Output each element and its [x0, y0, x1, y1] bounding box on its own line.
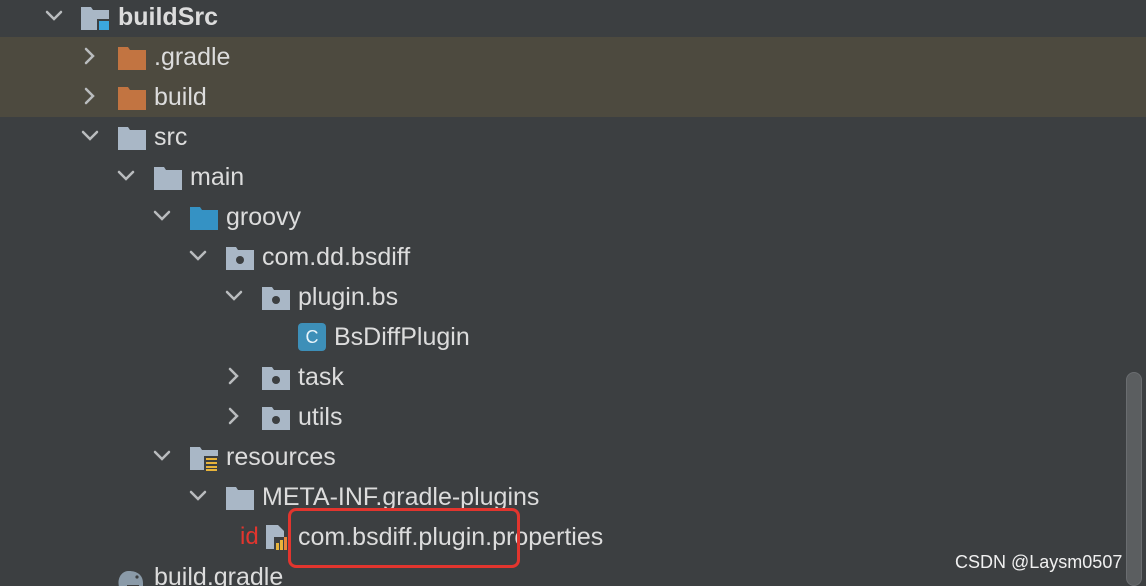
- vertical-scrollbar[interactable]: [1126, 372, 1142, 586]
- tree-label: main: [190, 163, 245, 191]
- module-folder-icon: [81, 7, 109, 30]
- package-icon: [262, 287, 290, 310]
- tree-row-utils[interactable]: utils: [0, 397, 1146, 437]
- tree-row-resources[interactable]: resources: [0, 437, 1146, 477]
- tree-row-main[interactable]: main: [0, 157, 1146, 197]
- tree-label: BsDiffPlugin: [334, 323, 470, 351]
- file-prefix-id: id: [240, 523, 259, 550]
- tree-row-task[interactable]: task: [0, 357, 1146, 397]
- chevron-down-icon[interactable]: [44, 6, 64, 26]
- tree-label: groovy: [226, 203, 302, 231]
- tree-label: .gradle: [154, 43, 231, 71]
- tree-row-meta-inf[interactable]: META-INF.gradle-plugins: [0, 477, 1146, 517]
- package-icon: [262, 407, 290, 430]
- chevron-down-icon[interactable]: [116, 166, 136, 186]
- chevron-right-icon[interactable]: [80, 86, 100, 106]
- folder-icon: [154, 167, 182, 190]
- tree-row-plugin-bs[interactable]: plugin.bs: [0, 277, 1146, 317]
- chevron-down-icon[interactable]: [152, 446, 172, 466]
- tree-label: src: [154, 123, 188, 151]
- tree-label: buildSrc: [118, 3, 219, 31]
- highlight-annotation-box: [288, 508, 520, 568]
- tree-label: task: [298, 363, 344, 391]
- package-icon: [262, 367, 290, 390]
- chevron-down-icon[interactable]: [188, 486, 208, 506]
- tree-label: build: [154, 83, 207, 111]
- chevron-down-icon[interactable]: [152, 206, 172, 226]
- gradle-elephant-icon: [118, 571, 143, 586]
- tree-row-bsdiffplugin[interactable]: C BsDiffPlugin: [0, 317, 1146, 357]
- package-icon: [226, 247, 254, 270]
- folder-icon: [226, 487, 254, 510]
- groovy-class-icon: C: [298, 323, 326, 351]
- tree-label: build.gradle: [154, 563, 284, 586]
- tree-row-com-dd-bsdiff[interactable]: com.dd.bsdiff: [0, 237, 1146, 277]
- resources-folder-icon: [190, 447, 218, 471]
- excluded-folder-icon: [118, 47, 146, 70]
- tree-label: META-INF.gradle-plugins: [262, 483, 540, 511]
- tree-label: utils: [298, 403, 343, 431]
- properties-file-icon: [266, 525, 288, 551]
- tree-row-gradle-dir[interactable]: .gradle: [0, 37, 1146, 77]
- chevron-right-icon[interactable]: [80, 46, 100, 66]
- chevron-down-icon[interactable]: [80, 126, 100, 146]
- source-root-folder-icon: [190, 207, 218, 230]
- excluded-folder-icon: [118, 87, 146, 110]
- tree-label: com.dd.bsdiff: [262, 243, 411, 271]
- tree-label: plugin.bs: [298, 283, 399, 311]
- tree-row-properties-file[interactable]: id com.bsdiff.plugin.properties: [0, 517, 1146, 557]
- chevron-right-icon[interactable]: [224, 406, 244, 426]
- tree-row-src[interactable]: src: [0, 117, 1146, 157]
- tree-label: resources: [226, 443, 336, 471]
- tree-row-groovy[interactable]: groovy: [0, 197, 1146, 237]
- folder-icon: [118, 127, 146, 150]
- chevron-down-icon[interactable]: [224, 286, 244, 306]
- tree-row-build-dir[interactable]: build: [0, 77, 1146, 117]
- watermark: CSDN @Laysm0507: [955, 552, 1123, 572]
- tree-row-buildsrc[interactable]: buildSrc: [0, 0, 1146, 37]
- chevron-right-icon[interactable]: [224, 366, 244, 386]
- project-tree: buildSrc .gradle build src main groovy c…: [0, 0, 1146, 586]
- chevron-down-icon[interactable]: [188, 246, 208, 266]
